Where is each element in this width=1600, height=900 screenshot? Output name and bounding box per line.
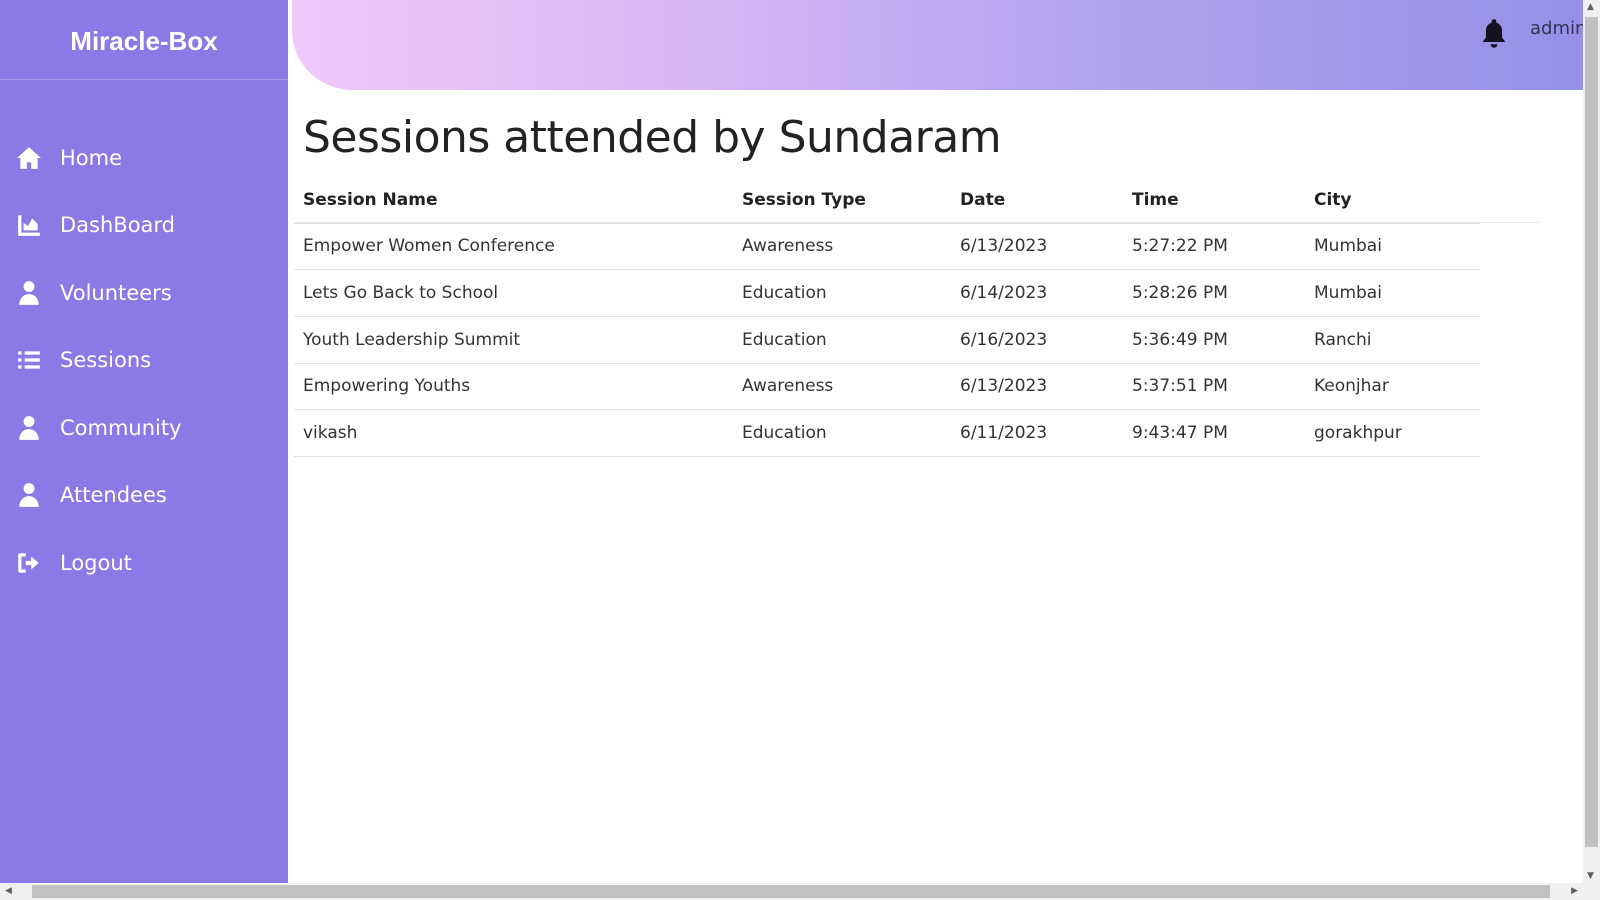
table-cell: 6/14/2023	[951, 269, 1123, 317]
table-cell: 6/11/2023	[951, 409, 1123, 457]
table-row: Lets Go Back to School Education 6/14/2023…	[294, 269, 1480, 317]
table-cell: 9:43:47 PM	[1123, 409, 1305, 457]
table-row: Youth Leadership Summit Education 6/16/202…	[294, 316, 1480, 364]
sessions-table: Session Name Session Type Date Time City…	[294, 178, 1480, 457]
sidebar-item-label: Logout	[60, 550, 132, 575]
sidebar-item-label: Attendees	[60, 483, 167, 508]
sidebar-item-sessions[interactable]: Sessions	[0, 327, 288, 395]
table-cell: Youth Leadership Summit	[294, 316, 733, 364]
sidebar-nav: Home DashBoard Volunteers Sessions Commu…	[0, 124, 288, 597]
sidebar-item-logout[interactable]: Logout	[0, 529, 288, 597]
list-icon	[18, 351, 40, 369]
sidebar-item-label: Sessions	[60, 348, 152, 373]
table-cell: Keonjhar	[1305, 363, 1480, 411]
table-row: Empower Women Conference Awareness 6/13/20…	[294, 223, 1480, 271]
bell-icon[interactable]	[1480, 18, 1508, 50]
sidebar-item-label: Volunteers	[60, 280, 172, 305]
table-cell: 6/13/2023	[951, 363, 1123, 411]
column-header: Date	[951, 178, 1123, 224]
scrollbar-thumb[interactable]	[1585, 17, 1598, 847]
sidebar-item-dashboard[interactable]: DashBoard	[0, 192, 288, 260]
column-header: City	[1305, 178, 1480, 224]
column-header: Session Type	[733, 178, 951, 224]
sidebar-item-label: Community	[60, 415, 182, 440]
horizontal-scrollbar[interactable]: ◀ ▶	[0, 883, 1600, 900]
vertical-scrollbar[interactable]: ▲ ▼	[1583, 0, 1600, 883]
table-cell: 5:28:26 PM	[1123, 269, 1305, 317]
sidebar-item-home[interactable]: Home	[0, 124, 288, 192]
table-cell: Empower Women Conference	[294, 223, 733, 271]
table-cell: Education	[733, 409, 951, 457]
table-row: vikash Education 6/11/2023 9:43:47 PM gorakh…	[294, 409, 1480, 457]
page-title: Sessions attended by Sundaram	[303, 112, 1002, 163]
table-cell: Awareness	[733, 223, 951, 271]
table-header-row: Session Name Session Type Date Time City	[294, 178, 1480, 224]
header-banner	[292, 0, 1583, 90]
table-cell: 6/16/2023	[951, 316, 1123, 364]
table-cell: 5:36:49 PM	[1123, 316, 1305, 364]
table-cell: Empowering Youths	[294, 363, 733, 411]
chart-area-icon	[18, 215, 40, 237]
table-cell: gorakhpur	[1305, 409, 1480, 457]
user-icon	[19, 415, 39, 440]
table-cell: 5:37:51 PM	[1123, 363, 1305, 411]
sidebar-item-label: Home	[60, 145, 123, 170]
user-icon	[19, 483, 39, 508]
table-cell: 5:27:22 PM	[1123, 223, 1305, 271]
sidebar-item-volunteers[interactable]: Volunteers	[0, 259, 288, 327]
sidebar-item-label: DashBoard	[60, 213, 176, 238]
sidebar: Miracle-Box Home DashBoard Volunteers Se…	[0, 0, 288, 883]
column-header: Time	[1123, 178, 1305, 224]
home-icon	[17, 146, 41, 169]
user-doctor-icon	[19, 280, 39, 305]
table-row: Empowering Youths Awareness 6/13/2023 5:37:…	[294, 363, 1480, 411]
user-name[interactable]: admin	[1530, 18, 1586, 39]
table-cell: Education	[733, 316, 951, 364]
table-cell: Lets Go Back to School	[294, 269, 733, 317]
table-cell: Mumbai	[1305, 223, 1480, 271]
table-cell: 6/13/2023	[951, 223, 1123, 271]
sidebar-item-attendees[interactable]: Attendees	[0, 462, 288, 530]
table-cell: Education	[733, 269, 951, 317]
table-cell: Awareness	[733, 363, 951, 411]
table-cell: Ranchi	[1305, 316, 1480, 364]
sidebar-item-community[interactable]: Community	[0, 394, 288, 462]
scrollbar-thumb[interactable]	[32, 885, 1550, 898]
sign-out-icon	[18, 553, 39, 573]
table-cell: vikash	[294, 409, 733, 457]
brand-logo: Miracle-Box	[0, 0, 288, 80]
column-header: Session Name	[294, 178, 733, 224]
table-cell: Mumbai	[1305, 269, 1480, 317]
